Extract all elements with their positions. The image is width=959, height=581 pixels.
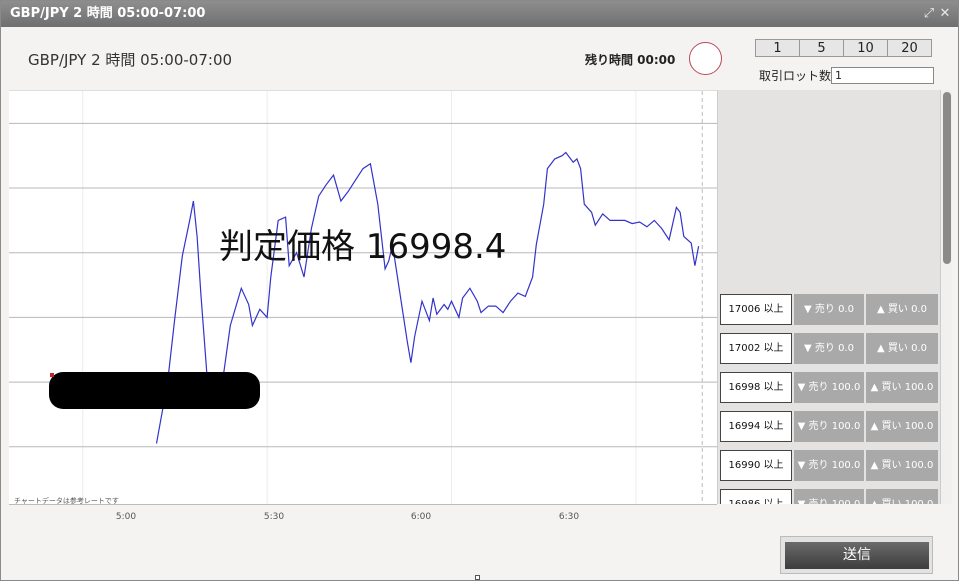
sell-button[interactable]: ▼ 売り 0.0 xyxy=(794,294,864,325)
buy-button[interactable]: ▲ 買い 100.0 xyxy=(866,489,938,504)
buy-button[interactable]: ▲ 買い 100.0 xyxy=(866,450,938,481)
judge-price: 判定価格 16998.4 xyxy=(219,227,507,267)
x-axis: 5:00 5:30 6:00 6:30 xyxy=(9,504,717,530)
x-tick-label: 5:00 xyxy=(115,512,137,522)
strike-price: 16994 以上 xyxy=(720,411,792,442)
buy-button[interactable]: ▲ 買い 0.0 xyxy=(866,294,938,325)
sell-button[interactable]: ▼ 売り 100.0 xyxy=(794,489,864,504)
strike-price: 17002 以上 xyxy=(720,333,792,364)
send-button[interactable]: 送信 xyxy=(785,542,929,569)
strike-price: 16998 以上 xyxy=(720,372,792,403)
footer: 送信 xyxy=(9,530,950,579)
ladder-row: 16990 以上 ▼ 売り 100.0 ▲ 買い 100.0 xyxy=(720,450,938,482)
scrollbar-thumb[interactable] xyxy=(943,92,951,264)
remaining-time: 残り時間 00:00 xyxy=(585,53,676,67)
lot-button-1[interactable]: 1 xyxy=(755,39,800,57)
chart-note: チャートデータは参考レートです xyxy=(14,497,119,504)
sell-button[interactable]: ▼ 売り 0.0 xyxy=(794,333,864,364)
redacted-block xyxy=(49,372,260,409)
send-button-frame: 送信 xyxy=(780,536,933,574)
lot-input[interactable] xyxy=(831,67,934,84)
x-tick-label: 6:00 xyxy=(410,512,432,522)
sell-button[interactable]: ▼ 売り 100.0 xyxy=(794,372,864,403)
buy-button[interactable]: ▲ 買い 100.0 xyxy=(866,411,938,442)
ladder-row: 16998 以上 ▼ 売り 100.0 ▲ 買い 100.0 xyxy=(720,372,938,404)
symbol-title: GBP/JPY 2 時間 05:00-07:00 xyxy=(28,51,233,69)
fullscreen-icon[interactable]: ⤢ xyxy=(921,1,937,27)
price-ladder: 17006 以上 ▼ 売り 0.0 ▲ 買い 0.0 17002 以上 ▼ 売り… xyxy=(717,90,940,504)
lot-button-5[interactable]: 5 xyxy=(799,39,844,57)
chart-svg xyxy=(9,91,717,504)
sell-button[interactable]: ▼ 売り 100.0 xyxy=(794,450,864,481)
lot-button-10[interactable]: 10 xyxy=(843,39,888,57)
lot-label: 取引ロット数 xyxy=(759,69,832,83)
trade-window: GBP/JPY 2 時間 05:00-07:00 ⤢ ✕ GBP/JPY 2 時… xyxy=(0,0,959,581)
sell-button[interactable]: ▼ 売り 100.0 xyxy=(794,411,864,442)
ladder-row: 17002 以上 ▼ 売り 0.0 ▲ 買い 0.0 xyxy=(720,333,938,365)
resize-handle[interactable] xyxy=(475,575,480,580)
buy-button[interactable]: ▲ 買い 0.0 xyxy=(866,333,938,364)
buy-button[interactable]: ▲ 買い 100.0 xyxy=(866,372,938,403)
strike-price: 16986 以上 xyxy=(720,489,792,504)
order-header: GBP/JPY 2 時間 05:00-07:00 残り時間 00:00 1 5 … xyxy=(9,28,950,90)
lot-button-20[interactable]: 20 xyxy=(887,39,932,57)
timer-circle-icon xyxy=(689,42,722,75)
ladder-row: 16986 以上 ▼ 売り 100.0 ▲ 買い 100.0 xyxy=(720,489,938,504)
x-tick-label: 5:30 xyxy=(263,512,285,522)
ladder-scrollbar[interactable] xyxy=(940,90,952,504)
strike-price: 16990 以上 xyxy=(720,450,792,481)
close-icon[interactable]: ✕ xyxy=(937,1,953,27)
ladder-row: 16994 以上 ▼ 売り 100.0 ▲ 買い 100.0 xyxy=(720,411,938,443)
strike-price: 17006 以上 xyxy=(720,294,792,325)
price-chart: 判定価格 16998.4 チャートデータは参考レートです xyxy=(9,90,717,504)
x-tick-label: 6:30 xyxy=(558,512,580,522)
ladder-row: 17006 以上 ▼ 売り 0.0 ▲ 買い 0.0 xyxy=(720,294,938,326)
window-title: GBP/JPY 2 時間 05:00-07:00 xyxy=(10,6,206,21)
lot-button-group: 1 5 10 20 xyxy=(755,39,932,57)
redacted-marker xyxy=(50,373,54,377)
title-bar: GBP/JPY 2 時間 05:00-07:00 ⤢ ✕ xyxy=(1,1,958,27)
